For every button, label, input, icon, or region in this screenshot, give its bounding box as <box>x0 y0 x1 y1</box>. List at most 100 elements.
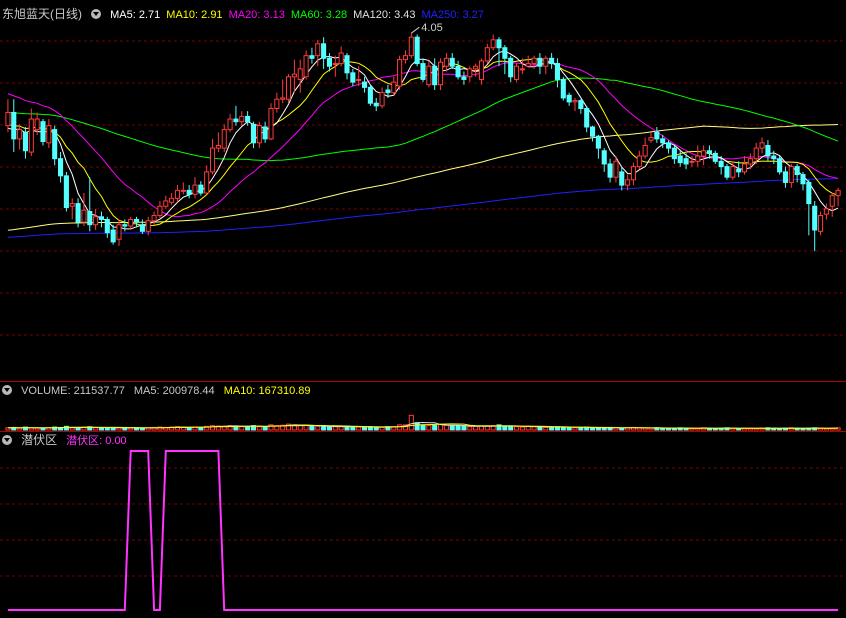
candle <box>169 193 175 205</box>
candle <box>695 145 701 167</box>
candle <box>665 140 672 154</box>
candle-body <box>730 166 736 178</box>
candle <box>513 63 520 83</box>
candle <box>642 137 648 159</box>
candle-body <box>695 155 701 162</box>
candle-body <box>718 160 724 168</box>
candle <box>57 152 64 183</box>
volume-bar <box>572 427 578 431</box>
candle <box>800 171 806 191</box>
candle-body <box>28 118 34 153</box>
candle-body <box>654 131 660 140</box>
candle <box>221 124 227 153</box>
ma-legend-value: 2.71 <box>138 9 161 21</box>
candle <box>93 208 99 230</box>
candle-body <box>198 184 204 194</box>
candle-body <box>40 121 46 143</box>
candle <box>788 163 794 188</box>
candle <box>116 219 122 246</box>
dropdown-circle-icon[interactable] <box>2 385 12 395</box>
candle-body <box>75 203 81 223</box>
candle-body <box>332 63 338 66</box>
candle-body <box>712 152 718 162</box>
candle <box>537 53 543 75</box>
candle <box>321 37 327 69</box>
candle-body <box>209 147 216 173</box>
candle-body <box>835 189 841 197</box>
indicator-name: 潜伏区 <box>21 433 58 447</box>
high-marker-arrow <box>411 26 420 34</box>
candle-body <box>473 65 479 70</box>
candle <box>157 200 163 219</box>
candle-body <box>227 118 233 131</box>
candle-body <box>46 125 52 144</box>
candle-body <box>5 111 11 127</box>
volume-bar <box>437 424 444 431</box>
ma120-line <box>7 124 839 231</box>
candle-body <box>157 205 163 216</box>
dropdown-circle-icon[interactable] <box>2 435 12 445</box>
candle-body <box>467 68 473 78</box>
candle <box>654 126 660 143</box>
candle-body <box>741 163 748 173</box>
volume-label: VOLUME: <box>21 385 74 397</box>
ma-legend-item: MA120: 3.43 <box>353 9 415 21</box>
candle-body <box>706 150 713 154</box>
candle <box>437 58 444 90</box>
candle-body <box>490 39 496 49</box>
candle <box>601 148 607 172</box>
candle <box>344 53 350 80</box>
candle-body <box>584 107 590 128</box>
candle-body <box>69 203 75 207</box>
volume-bar <box>139 427 145 431</box>
ma-legend-item: MA60: 3.28 <box>291 9 347 21</box>
candle <box>432 58 438 90</box>
volume-ma5-label: MA5: <box>133 385 163 397</box>
price-panel[interactable]: 4.05 东旭蓝天(日线) MA5: 2.71 MA10: 2.91 MA20: 3… <box>0 0 846 382</box>
candle-body <box>116 224 122 240</box>
candle-body <box>589 126 596 137</box>
candle-body <box>297 68 303 80</box>
candle <box>630 162 637 186</box>
candle-body <box>63 175 69 209</box>
indicator-panel[interactable]: 潜伏区 潜伏区: 0.00 <box>0 432 846 618</box>
candle <box>227 113 233 133</box>
candle-body <box>753 147 759 160</box>
volume-panel[interactable]: VOLUME: 211537.77 MA5: 200978.44 MA10: 1… <box>0 382 846 432</box>
candle-body <box>186 189 192 195</box>
candle-body <box>420 63 426 80</box>
stock-title: 东旭蓝天(日线) <box>2 7 82 21</box>
candle-body <box>204 171 210 194</box>
candle-body <box>484 47 490 62</box>
candle-body <box>192 184 198 195</box>
volume-bar <box>373 427 379 431</box>
candle-body <box>57 158 64 177</box>
candle <box>508 55 514 83</box>
candle-body <box>777 158 783 173</box>
candle <box>648 132 654 143</box>
ma-legend-label: MA5: <box>110 9 139 21</box>
volume-ma10-value: 167310.89 <box>258 385 311 397</box>
indicator-legend: 潜伏区 潜伏区: 0.00 <box>2 432 133 448</box>
candle <box>625 174 631 191</box>
candle-body <box>321 43 327 59</box>
candle-body <box>326 57 333 67</box>
ma-legend-label: MA20: <box>228 9 264 21</box>
candle <box>490 34 496 51</box>
candle-body <box>17 129 23 140</box>
ma-legend-label: MA250: <box>421 9 463 21</box>
dropdown-circle-icon[interactable] <box>91 9 102 19</box>
volume-bar <box>473 425 479 431</box>
candle <box>578 99 584 114</box>
candle <box>104 216 110 238</box>
candle-body <box>169 197 175 203</box>
candle-body <box>630 166 637 181</box>
candle-body <box>180 189 186 192</box>
candle-body <box>174 189 181 199</box>
candle-body <box>642 144 648 157</box>
volume-legend: VOLUME: 211537.77 MA5: 200978.44 MA10: 1… <box>2 383 317 399</box>
candle-body <box>607 163 613 178</box>
volume-bar <box>262 426 268 431</box>
candle <box>782 166 789 188</box>
volume-bar <box>642 427 648 431</box>
